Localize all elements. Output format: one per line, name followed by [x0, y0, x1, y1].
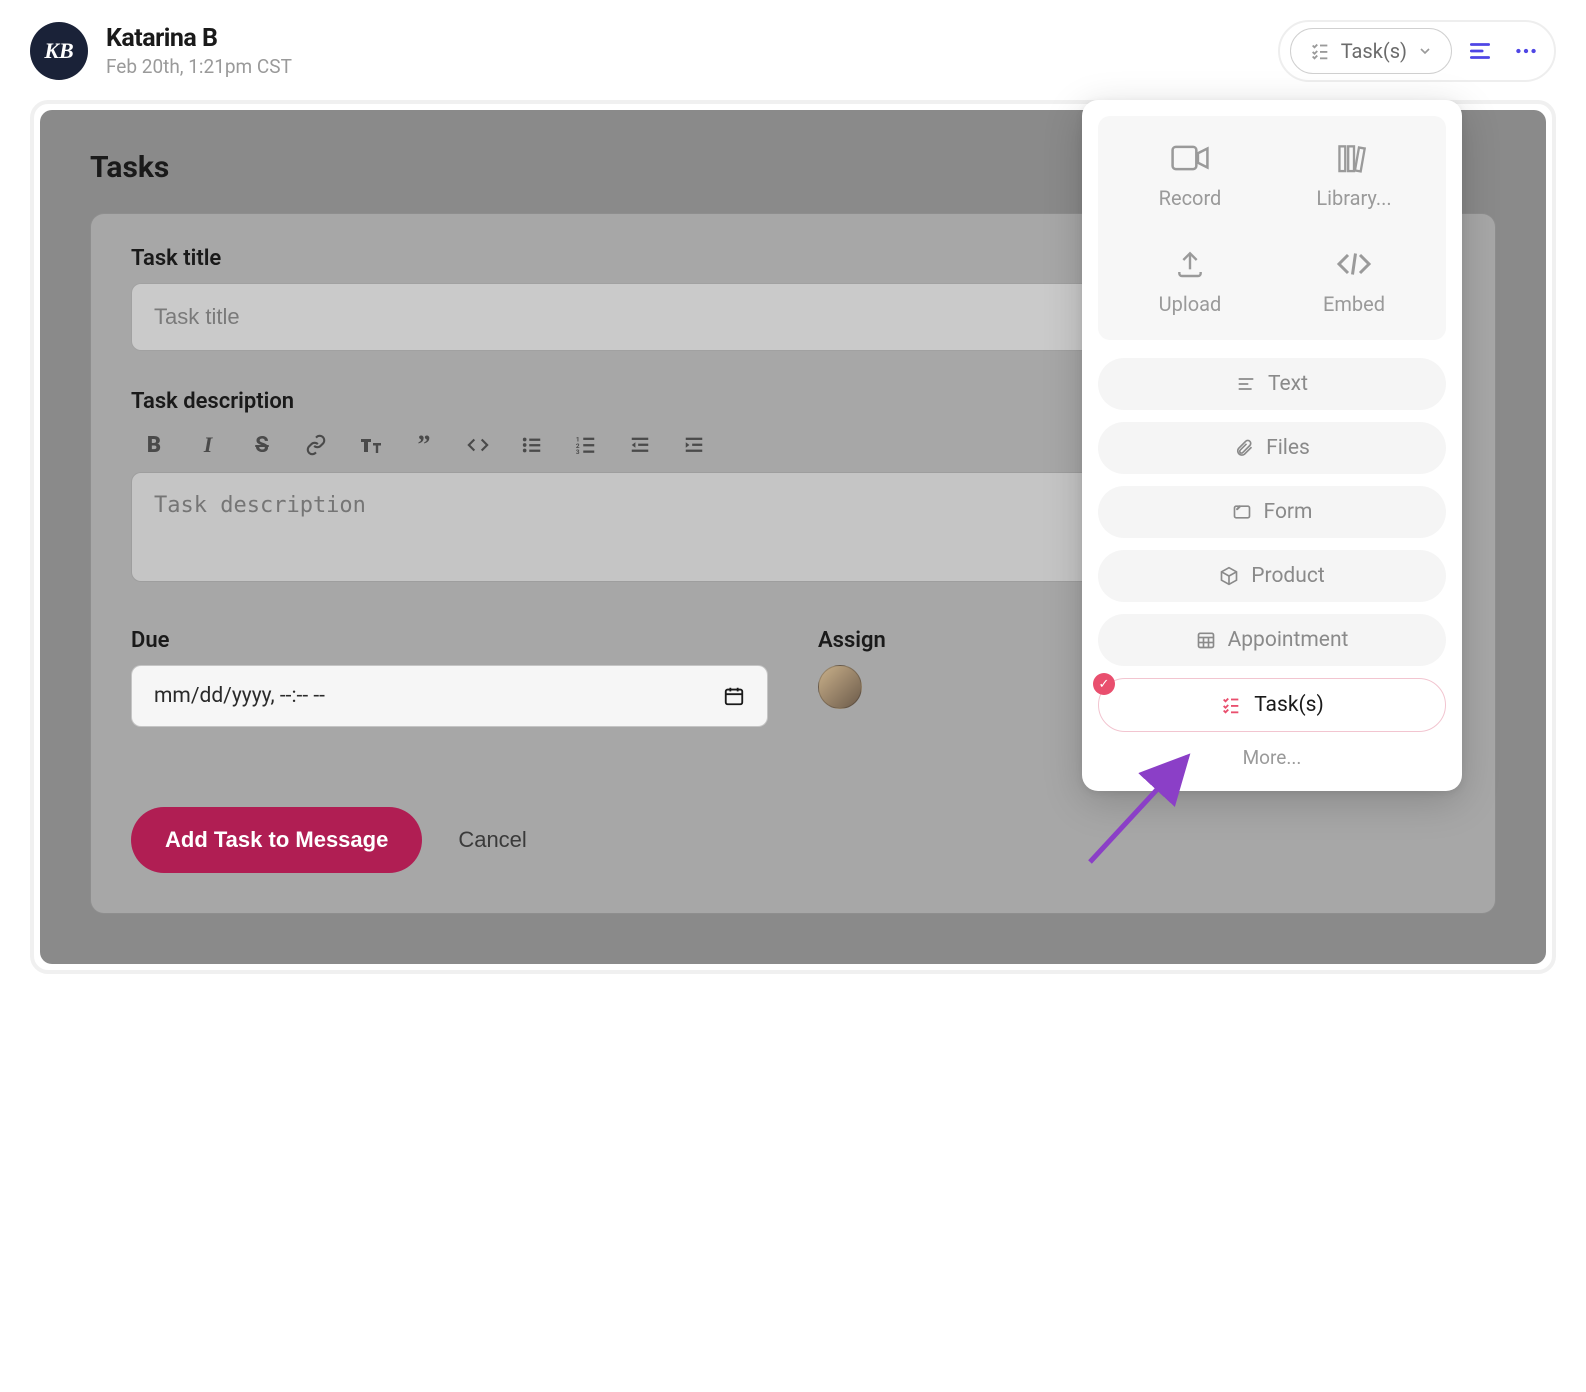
header-actions: Task(s) [1278, 20, 1556, 82]
appointment-option[interactable]: Appointment [1098, 614, 1446, 666]
tasks-option[interactable]: ✓ Task(s) [1098, 678, 1446, 732]
cancel-button[interactable]: Cancel [452, 826, 532, 854]
link-button[interactable] [303, 432, 329, 458]
due-datetime-input[interactable]: mm/dd/yyyy, --:-- -- [131, 665, 768, 727]
code-icon [1334, 246, 1374, 282]
embed-option[interactable]: Embed [1272, 246, 1436, 316]
numbered-list-button[interactable]: 123 [573, 432, 599, 458]
files-option[interactable]: Files [1098, 422, 1446, 474]
block-type-popover: Record Library... Upload Embed [1082, 100, 1462, 791]
record-option[interactable]: Record [1108, 140, 1272, 210]
product-option[interactable]: Product [1098, 550, 1446, 602]
content-panel: Tasks Task title Task description B I S … [30, 100, 1556, 974]
tasks-icon [1220, 694, 1242, 716]
bullet-list-button[interactable] [519, 432, 545, 458]
upload-icon [1170, 246, 1210, 282]
outdent-button[interactable] [627, 432, 653, 458]
text-option[interactable]: Text [1098, 358, 1446, 410]
library-icon [1334, 140, 1374, 176]
text-size-button[interactable] [357, 432, 383, 458]
calendar-icon [723, 685, 745, 707]
text-icon [1236, 374, 1256, 394]
align-button[interactable] [1462, 33, 1498, 69]
block-type-label: Task(s) [1341, 39, 1407, 63]
code-button[interactable] [465, 432, 491, 458]
assignee-avatar[interactable] [818, 665, 862, 709]
author-name: Katarina B [106, 24, 292, 53]
italic-button[interactable]: I [195, 432, 221, 458]
due-placeholder-text: mm/dd/yyyy, --:-- -- [154, 684, 325, 708]
upload-option[interactable]: Upload [1108, 246, 1272, 316]
form-icon [1232, 502, 1252, 522]
due-label: Due [131, 628, 768, 653]
library-option[interactable]: Library... [1272, 140, 1436, 210]
paperclip-icon [1234, 438, 1254, 458]
block-type-list: Text Files Form Product [1098, 358, 1446, 732]
block-type-selector[interactable]: Task(s) [1290, 28, 1452, 74]
cube-icon [1219, 566, 1239, 586]
calendar-grid-icon [1196, 630, 1216, 650]
quote-button[interactable]: ” [411, 432, 437, 458]
message-header: KB Katarina B Feb 20th, 1:21pm CST Task(… [30, 20, 1556, 82]
check-icon: ✓ [1093, 673, 1115, 695]
more-options[interactable]: More... [1098, 732, 1446, 775]
author-meta: Katarina B Feb 20th, 1:21pm CST [106, 24, 292, 78]
strikethrough-button[interactable]: S [249, 432, 275, 458]
video-icon [1170, 140, 1210, 176]
indent-button[interactable] [681, 432, 707, 458]
form-option[interactable]: Form [1098, 486, 1446, 538]
tasks-icon [1309, 40, 1331, 62]
more-menu-button[interactable] [1508, 33, 1544, 69]
chevron-down-icon [1417, 43, 1433, 59]
bold-button[interactable]: B [141, 432, 167, 458]
add-task-button[interactable]: Add Task to Message [131, 807, 422, 873]
author-avatar[interactable]: KB [30, 22, 88, 80]
svg-text:3: 3 [576, 448, 580, 456]
message-timestamp: Feb 20th, 1:21pm CST [106, 55, 292, 78]
media-grid: Record Library... Upload Embed [1098, 116, 1446, 340]
